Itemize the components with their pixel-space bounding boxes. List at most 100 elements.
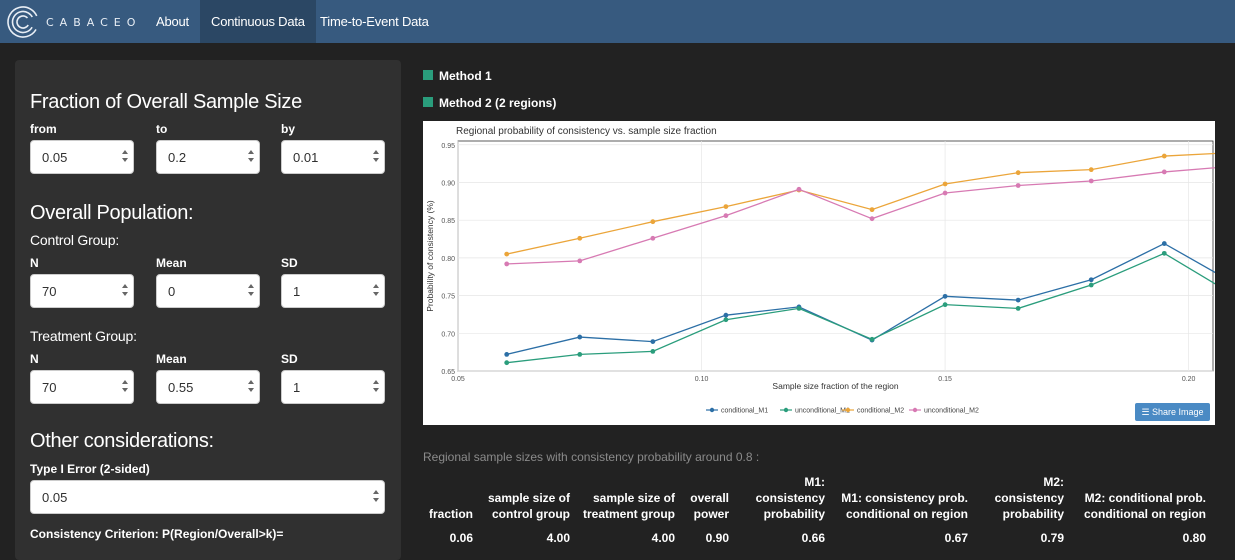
data-point-unconditional_M2 bbox=[796, 186, 802, 192]
share-image-button[interactable]: ☰ Share Image bbox=[1135, 403, 1210, 421]
data-point-conditional_M2 bbox=[1161, 153, 1167, 159]
control-n-label: N bbox=[30, 256, 39, 270]
data-point-unconditional_M2 bbox=[723, 213, 729, 219]
layers-icon: ☰ bbox=[1141, 407, 1150, 417]
stepper-icon[interactable] bbox=[247, 284, 254, 299]
data-point-conditional_M1 bbox=[504, 352, 510, 357]
data-point-conditional_M1 bbox=[942, 293, 948, 299]
table-header-cell: probability bbox=[1002, 507, 1064, 521]
y-tick-label: 0.95 bbox=[441, 143, 455, 150]
stepper-icon[interactable] bbox=[372, 380, 379, 395]
data-point-conditional_M1 bbox=[1015, 297, 1021, 303]
table-cell: 0.67 bbox=[944, 531, 968, 545]
data-point-unconditional_M2 bbox=[504, 261, 510, 267]
stepper-icon[interactable] bbox=[372, 490, 379, 505]
data-point-unconditional_M1 bbox=[942, 302, 948, 308]
table-header-cell: overall bbox=[690, 491, 729, 505]
data-point-conditional_M2 bbox=[869, 207, 875, 213]
fraction-section-title: Fraction of Overall Sample Size bbox=[30, 91, 302, 113]
plot-panel bbox=[457, 140, 1214, 372]
y-tick-label: 0.80 bbox=[441, 256, 455, 263]
type-i-error-value: 0.05 bbox=[42, 490, 68, 505]
stepper-icon[interactable] bbox=[121, 380, 128, 395]
data-point-conditional_M2 bbox=[650, 219, 656, 225]
x-tick-label: 0.10 bbox=[695, 376, 709, 383]
cabaceo-logo-icon bbox=[7, 6, 39, 38]
fraction-from-input[interactable]: 0.05 bbox=[30, 140, 134, 174]
treatment-sd-label: SD bbox=[281, 352, 298, 366]
nav-time-to-event-data[interactable]: Time-to-Event Data bbox=[309, 0, 440, 43]
y-tick-label: 0.65 bbox=[441, 369, 455, 376]
by-label: by bbox=[281, 122, 296, 136]
table-header-cell: conditional on region bbox=[846, 507, 968, 521]
data-point-unconditional_M2 bbox=[1161, 169, 1167, 175]
data-point-unconditional_M2 bbox=[650, 235, 656, 241]
data-point-unconditional_M2 bbox=[942, 190, 948, 196]
to-label: to bbox=[156, 122, 168, 136]
y-axis-label: Probability of consistency (%) bbox=[425, 200, 435, 312]
x-tick-label: 0.05 bbox=[451, 376, 465, 383]
table-header-cell: fraction bbox=[428, 507, 473, 521]
treatment-mean-value: 0.55 bbox=[168, 380, 194, 395]
data-point-conditional_M2 bbox=[942, 181, 948, 187]
table-header-cell: consistency bbox=[994, 491, 1064, 505]
stepper-icon[interactable] bbox=[372, 150, 379, 165]
type-i-error-input[interactable]: 0.05 bbox=[30, 480, 385, 514]
consistency-criterion-label: Consistency Criterion: P(Region/Overall>… bbox=[30, 527, 284, 541]
table-title: Regional sample sizes with consistency p… bbox=[423, 450, 760, 464]
data-point-unconditional_M1 bbox=[1161, 250, 1167, 256]
stepper-icon[interactable] bbox=[247, 380, 254, 395]
table-header-cell: control group bbox=[492, 507, 570, 521]
treatment-sd-input[interactable]: 1 bbox=[281, 370, 385, 404]
consistency-plot: Regional probability of consistency vs. … bbox=[423, 121, 1235, 425]
table-header-cell: sample size of bbox=[487, 491, 570, 505]
control-sd-value: 1 bbox=[293, 284, 301, 299]
stepper-icon[interactable] bbox=[121, 284, 128, 299]
treatment-mean-label: Mean bbox=[156, 352, 187, 366]
control-n-value: 70 bbox=[42, 284, 57, 299]
x-axis-label: Sample size fraction of the region bbox=[772, 381, 898, 391]
control-mean-input[interactable]: 0 bbox=[156, 274, 260, 308]
nav-continuous-data[interactable]: Continuous Data bbox=[200, 0, 316, 43]
overall-population-title: Overall Population: bbox=[30, 202, 194, 224]
control-sd-input[interactable]: 1 bbox=[281, 274, 385, 308]
data-point-conditional_M1 bbox=[723, 312, 729, 318]
stepper-icon[interactable] bbox=[121, 150, 128, 165]
fraction-by-value: 0.01 bbox=[293, 150, 319, 165]
table-header-cell: probability bbox=[763, 507, 825, 521]
legend-marker-unconditional_M2 bbox=[912, 407, 918, 413]
table-cell: 0.06 bbox=[449, 531, 473, 545]
other-considerations-title: Other considerations: bbox=[30, 430, 214, 452]
control-n-input[interactable]: 70 bbox=[30, 274, 134, 308]
method-2-swatch bbox=[423, 97, 433, 107]
data-point-conditional_M2 bbox=[1088, 167, 1094, 173]
table-cell: 0.90 bbox=[705, 531, 729, 545]
stepper-icon[interactable] bbox=[247, 150, 254, 165]
treatment-mean-input[interactable]: 0.55 bbox=[156, 370, 260, 404]
table-cell: 4.00 bbox=[651, 531, 675, 545]
table-cell: 0.80 bbox=[1182, 531, 1206, 545]
data-point-conditional_M2 bbox=[504, 251, 510, 257]
legend-label-unconditional_M1: unconditional_M1 bbox=[795, 408, 850, 415]
data-point-unconditional_M1 bbox=[1015, 306, 1021, 311]
data-point-unconditional_M1 bbox=[1088, 282, 1094, 288]
data-point-unconditional_M1 bbox=[723, 317, 729, 323]
brand-logo[interactable]: CABACEO bbox=[6, 4, 141, 40]
input-sidebar: Fraction of Overall Sample Size from to … bbox=[15, 60, 401, 560]
navbar: CABACEO About Continuous Data Time-to-Ev… bbox=[0, 0, 1235, 43]
table-cell: 4.00 bbox=[546, 531, 570, 545]
stepper-icon[interactable] bbox=[372, 284, 379, 299]
treatment-n-label: N bbox=[30, 352, 39, 366]
fraction-by-input[interactable]: 0.01 bbox=[281, 140, 385, 174]
legend-label-conditional_M1: conditional_M1 bbox=[721, 408, 768, 415]
treatment-n-input[interactable]: 70 bbox=[30, 370, 134, 404]
control-sd-label: SD bbox=[281, 256, 298, 270]
data-point-conditional_M2 bbox=[1015, 170, 1021, 176]
fraction-from-value: 0.05 bbox=[42, 150, 68, 165]
fraction-to-input[interactable]: 0.2 bbox=[156, 140, 260, 174]
data-point-unconditional_M1 bbox=[650, 348, 656, 354]
nav-about[interactable]: About bbox=[145, 0, 200, 43]
table-header-cell: M1: consistency prob. bbox=[841, 491, 968, 505]
share-image-label: Share Image bbox=[1152, 407, 1204, 417]
data-point-unconditional_M2 bbox=[869, 216, 875, 222]
